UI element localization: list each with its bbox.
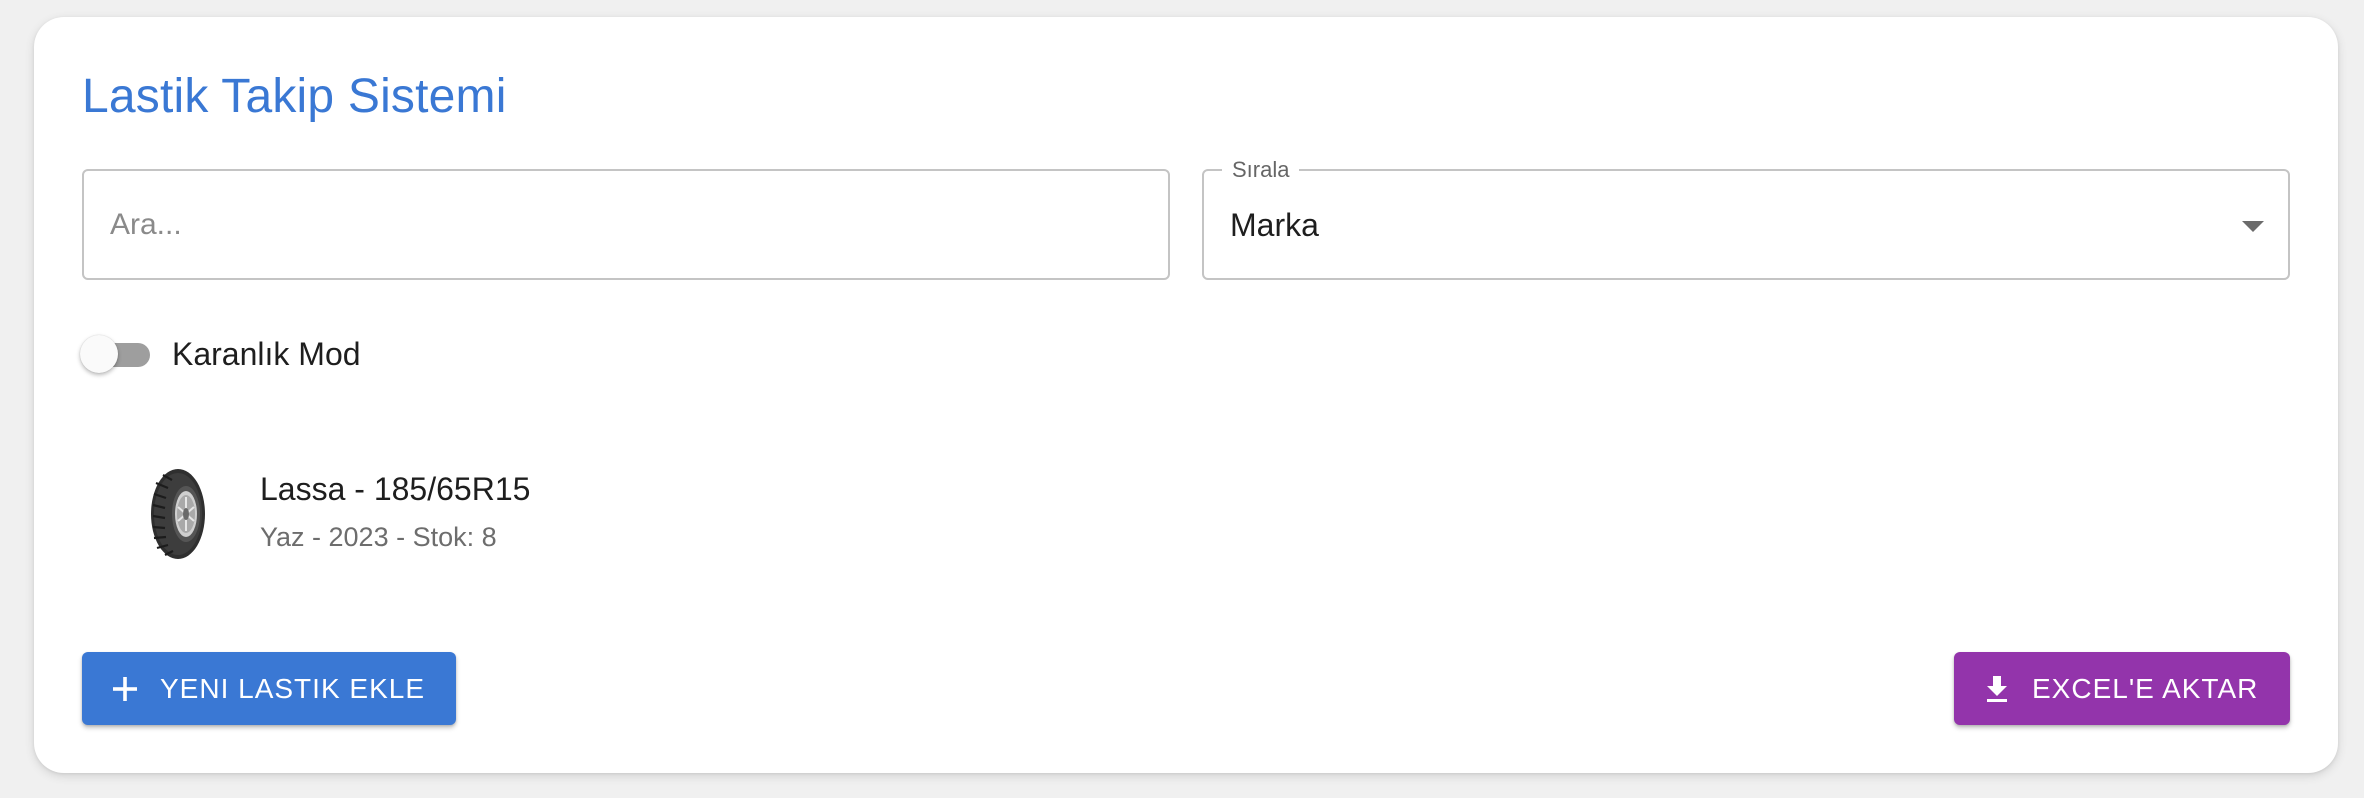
search-input[interactable] — [110, 171, 1148, 278]
tire-title: Lassa - 185/65R15 — [260, 471, 531, 507]
add-tire-button[interactable]: YENI LASTIK EKLE — [82, 652, 456, 725]
add-tire-label: YENI LASTIK EKLE — [160, 672, 425, 704]
page-title: Lastik Takip Sistemi — [82, 70, 507, 123]
tire-details: Yaz - 2023 - Stok: 8 — [260, 522, 497, 552]
tire-icon — [151, 469, 205, 559]
export-excel-label: EXCEL'E AKTAR — [2032, 672, 2259, 704]
chevron-down-icon[interactable] — [2242, 221, 2264, 232]
plus-icon — [113, 676, 137, 701]
dark-mode-switch[interactable] — [78, 334, 152, 374]
switch-thumb[interactable] — [80, 335, 118, 373]
download-icon — [1987, 675, 2007, 702]
dark-mode-toggle-row: Karanlık Mod — [78, 329, 361, 379]
export-excel-button[interactable]: EXCEL'E AKTAR — [1954, 652, 2290, 725]
main-card: Lastik Takip Sistemi Sırala Marka Karanl… — [34, 17, 2338, 773]
list-item[interactable]: Lassa - 185/65R15 Yaz - 2023 - Stok: 8 — [82, 457, 1282, 597]
search-field[interactable] — [82, 169, 1170, 280]
dark-mode-label: Karanlık Mod — [172, 335, 361, 372]
sort-selected-value: Marka — [1230, 207, 1319, 243]
sort-select[interactable]: Sırala Marka — [1202, 157, 2290, 280]
sort-label: Sırala — [1222, 157, 1300, 183]
